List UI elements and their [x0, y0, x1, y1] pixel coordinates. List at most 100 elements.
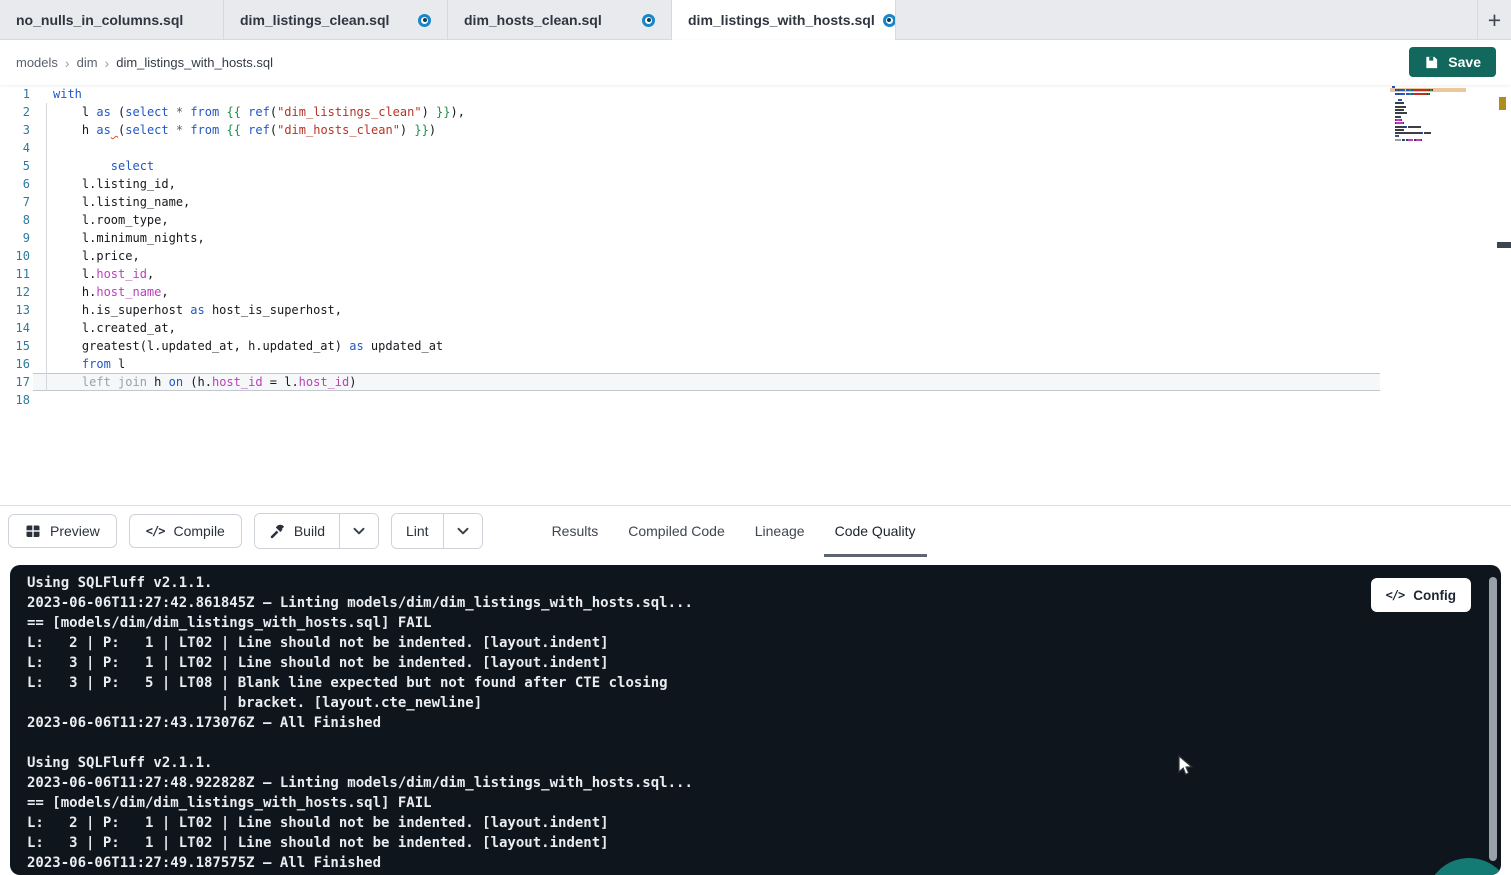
panel-tab-results[interactable]: Results	[537, 506, 614, 557]
code-text: l.price,	[30, 247, 140, 265]
code-line-13[interactable]: 13 h.is_superhost as host_is_superhost,	[0, 301, 1511, 319]
code-text: h.is_superhost as host_is_superhost,	[30, 301, 342, 319]
code-line-1[interactable]: 1with	[0, 85, 1511, 103]
minimap-line	[1392, 132, 1462, 134]
code-line-6[interactable]: 6 l.listing_id,	[0, 175, 1511, 193]
preview-button[interactable]: Preview	[8, 514, 117, 548]
terminal-panel: Using SQLFluff v2.1.1.2023-06-06T11:27:4…	[10, 565, 1501, 875]
tab-bar: no_nulls_in_columns.sql dim_listings_clea…	[0, 0, 1511, 40]
file-tab-dim_listings_clean.sql[interactable]: dim_listings_clean.sql	[224, 0, 448, 40]
plus-icon: +	[1488, 9, 1501, 32]
minimap-line	[1392, 142, 1462, 144]
code-line-12[interactable]: 12 h.host_name,	[0, 283, 1511, 301]
file-tab-label: dim_hosts_clean.sql	[464, 12, 602, 28]
compile-label: Compile	[173, 523, 224, 539]
line-number: 5	[0, 157, 30, 175]
save-button[interactable]: Save	[1409, 47, 1496, 77]
minimap-line	[1392, 119, 1462, 121]
code-line-3[interactable]: 3 h as (select * from {{ ref("dim_hosts_…	[0, 121, 1511, 139]
terminal-scrollbar[interactable]	[1489, 577, 1497, 861]
minimap-line	[1392, 109, 1462, 111]
minimap-line	[1392, 135, 1462, 137]
code-editor[interactable]: 1with2 l as (select * from {{ ref("dim_l…	[0, 85, 1511, 505]
lint-split-button: Lint	[391, 513, 483, 549]
minimap-line	[1392, 99, 1462, 101]
minimap-line	[1392, 96, 1462, 98]
new-tab-button[interactable]: +	[1477, 0, 1511, 40]
lint-label: Lint	[406, 523, 429, 539]
file-tab-no_nulls_in_columns.sql[interactable]: no_nulls_in_columns.sql	[0, 0, 224, 40]
file-tab-dim_listings_with_hosts.sql[interactable]: dim_listings_with_hosts.sql	[672, 0, 896, 40]
breadcrumb-item[interactable]: models	[16, 55, 58, 70]
file-tab-dim_hosts_clean.sql[interactable]: dim_hosts_clean.sql	[448, 0, 672, 40]
build-button[interactable]: Build	[255, 514, 339, 548]
line-number: 18	[0, 391, 30, 409]
panel-tab-compiled-code[interactable]: Compiled Code	[613, 506, 740, 557]
line-number: 8	[0, 211, 30, 229]
minimap-line	[1392, 116, 1462, 118]
chevron-down-icon	[456, 524, 470, 538]
code-text: from l	[30, 355, 125, 373]
minimap-content	[1392, 86, 1462, 145]
code-line-11[interactable]: 11 l.host_id,	[0, 265, 1511, 283]
file-tab-label: no_nulls_in_columns.sql	[16, 12, 183, 28]
minimap-line	[1392, 126, 1462, 128]
code-line-14[interactable]: 14 l.created_at,	[0, 319, 1511, 337]
breadcrumb-bar: models›dim›dim_listings_with_hosts.sql S…	[0, 40, 1511, 85]
code-line-2[interactable]: 2 l as (select * from {{ ref("dim_listin…	[0, 103, 1511, 121]
minimap-line	[1392, 102, 1462, 104]
line-number: 13	[0, 301, 30, 319]
panel-tab-code-quality[interactable]: Code Quality	[820, 506, 931, 557]
terminal-line: Using SQLFluff v2.1.1.	[27, 753, 1461, 773]
panel-tabs: ResultsCompiled CodeLineageCode Quality	[537, 506, 931, 557]
code-brackets-icon: </>	[146, 524, 165, 538]
unsaved-changes-icon	[883, 14, 896, 27]
code-line-16[interactable]: 16 from l	[0, 355, 1511, 373]
minimap-line	[1392, 106, 1462, 108]
line-number: 12	[0, 283, 30, 301]
terminal-line: L: 2 | P: 1 | LT02 | Line should not be …	[27, 813, 1461, 833]
compile-button[interactable]: </> Compile	[129, 514, 242, 548]
save-label: Save	[1448, 54, 1481, 70]
code-text: greatest(l.updated_at, h.updated_at) as …	[30, 337, 443, 355]
file-tab-label: dim_listings_clean.sql	[240, 12, 389, 28]
code-line-5[interactable]: 5 select	[0, 157, 1511, 175]
terminal-line: == [models/dim/dim_listings_with_hosts.s…	[27, 613, 1461, 633]
line-number: 14	[0, 319, 30, 337]
code-line-4[interactable]: 4	[0, 139, 1511, 157]
config-label: Config	[1413, 588, 1456, 603]
code-line-7[interactable]: 7 l.listing_name,	[0, 193, 1511, 211]
code-text: h.host_name,	[30, 283, 169, 301]
terminal-line	[27, 733, 1461, 753]
line-number: 6	[0, 175, 30, 193]
breadcrumb-item[interactable]: dim_listings_with_hosts.sql	[116, 55, 273, 70]
code-text: select	[30, 157, 154, 175]
panel-tab-lineage[interactable]: Lineage	[740, 506, 820, 557]
lint-button[interactable]: Lint	[392, 514, 443, 548]
config-button[interactable]: </> Config	[1371, 578, 1471, 612]
code-line-10[interactable]: 10 l.price,	[0, 247, 1511, 265]
build-split-button: Build	[254, 513, 379, 549]
code-line-17[interactable]: 17 left join h on (h.host_id = l.host_id…	[0, 373, 1511, 391]
breadcrumb-item[interactable]: dim	[77, 55, 98, 70]
code-line-18[interactable]: 18	[0, 391, 1511, 409]
minimap-line	[1392, 122, 1462, 124]
code-area: 1with2 l as (select * from {{ ref("dim_l…	[0, 85, 1511, 409]
code-line-8[interactable]: 8 l.room_type,	[0, 211, 1511, 229]
code-line-9[interactable]: 9 l.minimum_nights,	[0, 229, 1511, 247]
terminal-line: 2023-06-06T11:27:48.922828Z — Linting mo…	[27, 773, 1461, 793]
minimap-line	[1392, 129, 1462, 131]
table-grid-icon	[25, 523, 41, 539]
code-text: l.created_at,	[30, 319, 176, 337]
code-text: h as (select * from {{ ref("dim_hosts_cl…	[30, 121, 436, 139]
line-number: 15	[0, 337, 30, 355]
floppy-disk-icon	[1424, 55, 1439, 70]
terminal-line: L: 3 | P: 5 | LT08 | Blank line expected…	[27, 673, 1461, 693]
code-line-15[interactable]: 15 greatest(l.updated_at, h.updated_at) …	[0, 337, 1511, 355]
lint-dropdown-button[interactable]	[443, 514, 482, 548]
breadcrumb-separator-icon: ›	[105, 55, 110, 71]
ruler-cursor-marker	[1497, 242, 1511, 248]
build-dropdown-button[interactable]	[339, 514, 378, 548]
minimap[interactable]	[1390, 85, 1462, 505]
overview-ruler[interactable]	[1496, 85, 1511, 505]
